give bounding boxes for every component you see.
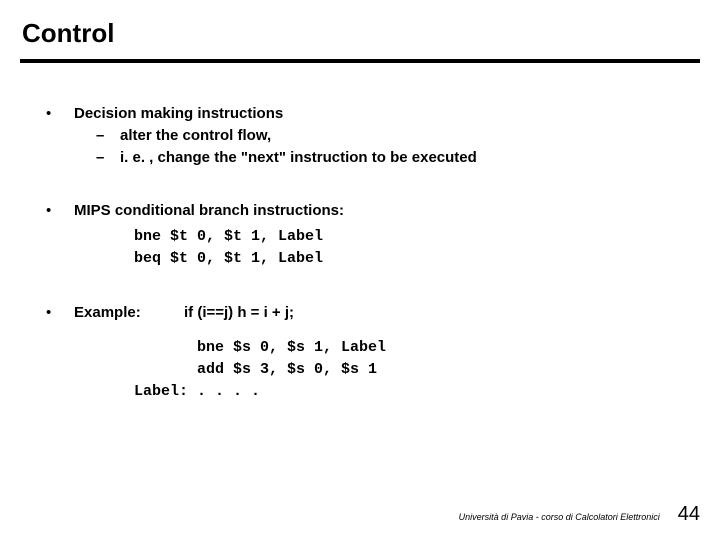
example-label: Example: xyxy=(74,302,184,324)
bullet-3: • Example: if (i==j) h = i + j; bne $s 0… xyxy=(40,302,700,403)
bullet-1: • Decision making instructions – alter t… xyxy=(40,103,700,168)
title-divider xyxy=(20,59,700,63)
bullet-marker: • xyxy=(40,200,74,269)
sub-marker: – xyxy=(96,147,120,169)
bullet-marker: • xyxy=(40,302,74,403)
example-condition: if (i==j) h = i + j; xyxy=(184,302,294,324)
slide-title: Control xyxy=(20,18,700,59)
bullet-1-sub-2-text: i. e. , change the "next" instruction to… xyxy=(120,147,477,169)
bullet-2: • MIPS conditional branch instructions: … xyxy=(40,200,700,269)
bullet-1-head: Decision making instructions xyxy=(74,103,700,125)
slide-content: • Decision making instructions – alter t… xyxy=(20,103,700,403)
bullet-2-code: bne $t 0, $t 1, Label beq $t 0, $t 1, La… xyxy=(74,226,700,270)
bullet-3-code: bne $s 0, $s 1, Label add $s 3, $s 0, $s… xyxy=(74,337,700,402)
bullet-2-head: MIPS conditional branch instructions: xyxy=(74,200,700,222)
footer-text: Università di Pavia - corso di Calcolato… xyxy=(459,512,660,522)
slide-footer: Università di Pavia - corso di Calcolato… xyxy=(459,503,700,526)
bullet-marker: • xyxy=(40,103,74,168)
sub-marker: – xyxy=(96,125,120,147)
bullet-1-sub-1: – alter the control flow, xyxy=(96,125,700,147)
bullet-1-sub-1-text: alter the control flow, xyxy=(120,125,271,147)
page-number: 44 xyxy=(678,503,700,526)
bullet-1-sub-2: – i. e. , change the "next" instruction … xyxy=(96,147,700,169)
